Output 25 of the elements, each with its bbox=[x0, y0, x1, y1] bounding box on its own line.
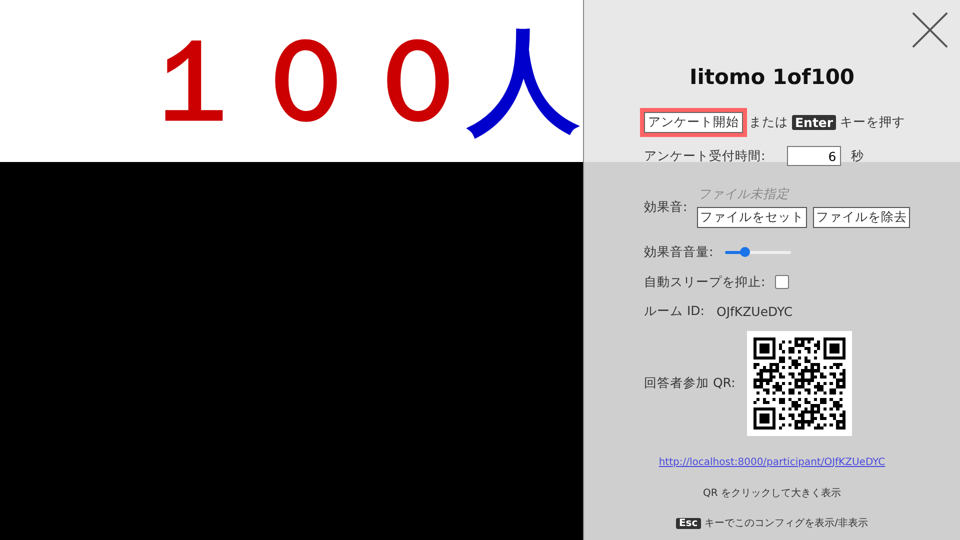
sleep-checkbox[interactable] bbox=[775, 275, 790, 289]
volume-slider[interactable] bbox=[725, 246, 792, 258]
duration-input[interactable]: 6 bbox=[787, 146, 842, 166]
toggle-hint: キーでこのコンフィグを表示/非表示 bbox=[704, 516, 868, 530]
enter-key: Enter bbox=[792, 114, 836, 130]
participant-link[interactable]: http://localhost:8000/participant/OJfKZUeDYC bbox=[658, 456, 886, 468]
room-id-label: ルーム ID: bbox=[644, 302, 704, 320]
esc-key: Esc bbox=[676, 518, 701, 528]
file-button[interactable]: ファイルを除去 bbox=[813, 207, 910, 228]
room-id: OJfKZUeDYC bbox=[716, 304, 793, 318]
volume-label: 効果音音量: bbox=[644, 244, 714, 260]
duration-label: アンケート受付時間: bbox=[644, 148, 766, 164]
file-button[interactable]: ファイルをセット bbox=[697, 207, 808, 228]
file-status: ファイル未指定 bbox=[698, 186, 790, 203]
qr-code[interactable] bbox=[747, 331, 852, 436]
sleep-label: 自動スリープを抑止: bbox=[644, 274, 766, 290]
press-key-text: キーを押す bbox=[840, 114, 906, 130]
seconds-unit: 秒 bbox=[851, 148, 864, 164]
close-icon[interactable] bbox=[911, 11, 949, 49]
sound-label: 効果音: bbox=[644, 198, 688, 216]
panel-title: Iitomo 1of100 bbox=[688, 64, 856, 91]
slider-thumb[interactable] bbox=[740, 247, 750, 257]
qr-label: 回答者参加 QR: bbox=[644, 375, 736, 392]
or-text: または bbox=[749, 114, 788, 130]
qr-hint: QR をクリックして大きく表示 bbox=[703, 486, 841, 500]
